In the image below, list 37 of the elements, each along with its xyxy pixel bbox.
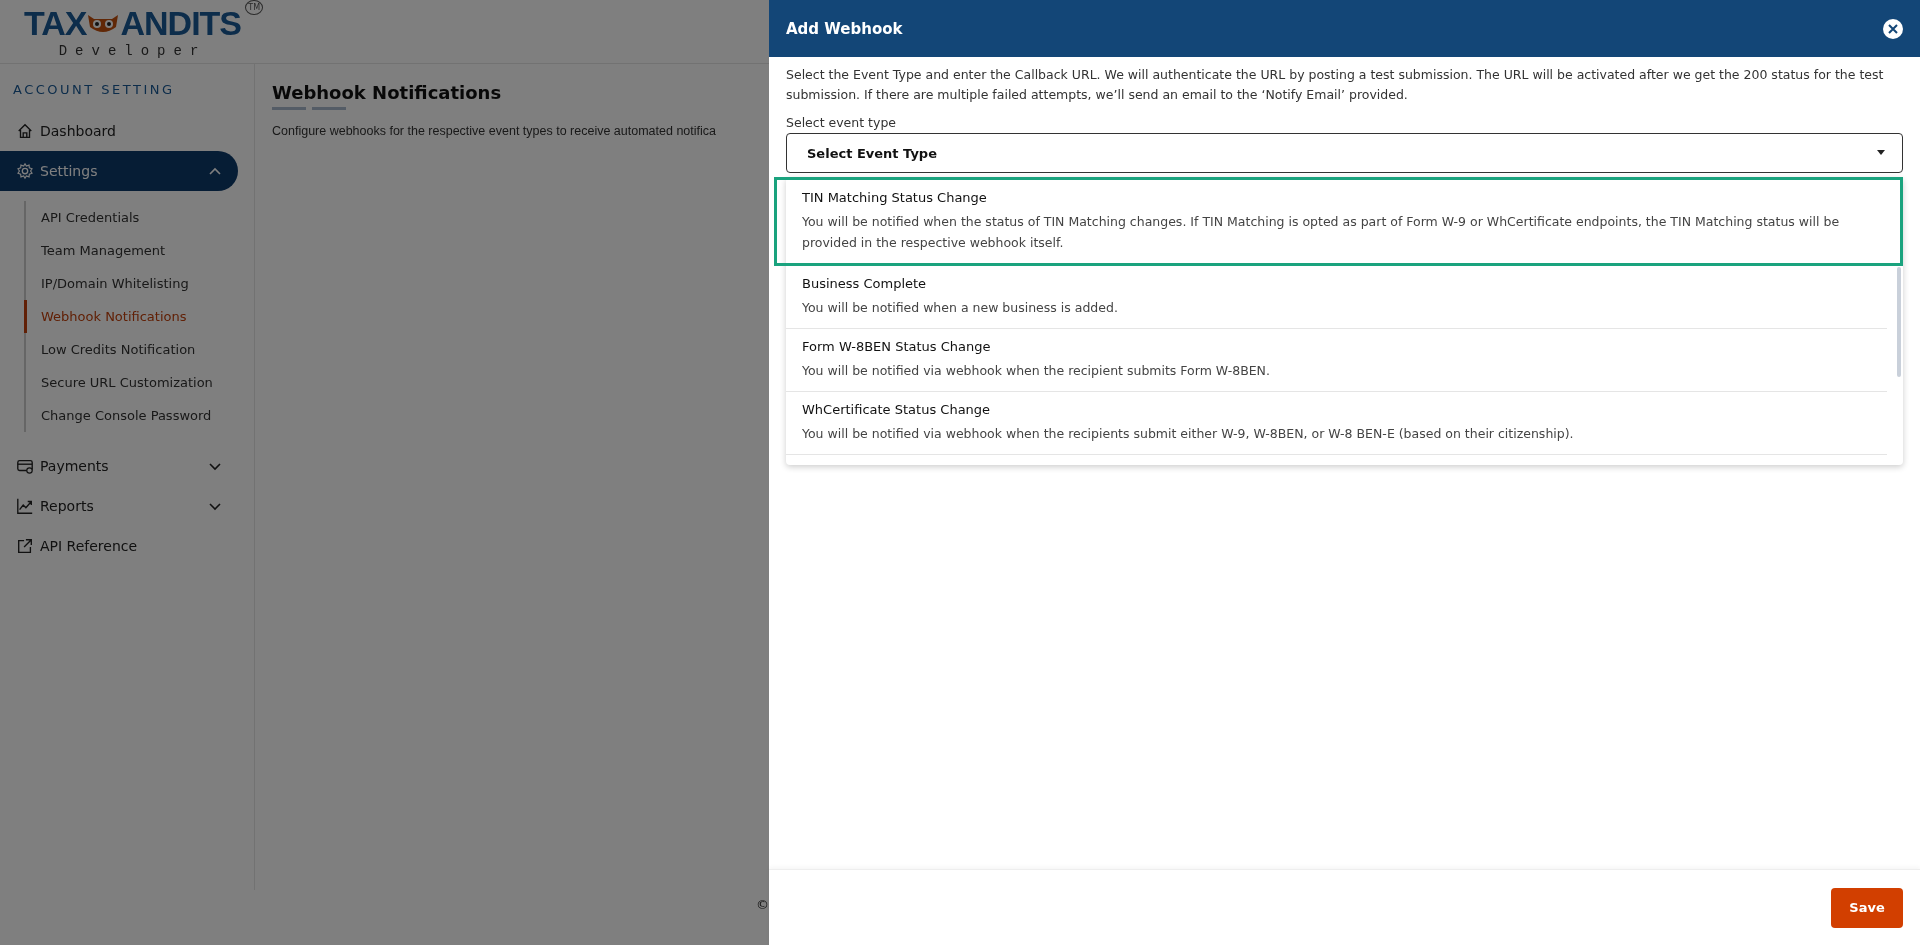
copyright-text: © <box>756 897 769 912</box>
field-label: Select event type <box>786 115 898 130</box>
dropdown-option[interactable]: Business Complete You will be notified when a new business is added. <box>786 266 1887 329</box>
home-icon <box>16 122 34 140</box>
card-icon <box>16 457 34 475</box>
submenu-item[interactable]: Change Console Password <box>24 399 254 432</box>
sidebar-item[interactable]: Settings <box>0 151 238 191</box>
external-icon <box>16 537 34 555</box>
sidebar-item[interactable]: Payments <box>0 446 238 486</box>
submenu-item[interactable]: Team Management <box>24 234 254 267</box>
page-title: Webhook Notifications <box>272 82 502 103</box>
sidebar-item[interactable]: Dashboard <box>0 111 238 151</box>
submenu-item[interactable]: Webhook Notifications <box>24 300 254 333</box>
panel-title: Add Webhook <box>786 19 903 38</box>
section-heading: ACCOUNT SETTING <box>12 82 176 97</box>
logo-subtitle: Developer <box>58 43 207 59</box>
submenu-item[interactable]: IP/Domain Whitelisting <box>24 267 254 300</box>
dropdown-option[interactable]: WhCertificate Status Change You will be notified via webhook when the recipients submit either W-9, W-8BEN, or W-8 BEN-E (based on their citizenship). <box>786 392 1887 455</box>
caret-icon <box>1876 150 1886 156</box>
logo-text: ANDITS <box>120 4 242 43</box>
chart-icon <box>16 497 34 515</box>
submenu-item[interactable]: Secure URL Customization <box>24 366 254 399</box>
intro-text: Select the Event Type and enter the Callback URL. We will authenticate the URL by posting a test submission. The URL will be activated after we get the 200 status for the test submission. If there are multiple failed attempts, we’ll send an email to the ‘Notify Email’ provided. <box>786 66 1885 104</box>
owl-icon <box>86 12 121 35</box>
sidebar-item[interactable]: API Reference <box>0 526 238 566</box>
gear-icon <box>16 162 34 180</box>
sidebar-item[interactable]: Reports <box>0 486 238 526</box>
page-description: Configure webhooks for the respective event types to receive automated notifica <box>272 124 716 138</box>
dropdown-option[interactable]: TIN Matching Status Change You will be notified when the status of TIN Matching changes. If TIN Matching is opted as part of Form W-9 or WhCertificate endpoints, the TIN Matching status will be provided in the respective webhook itself. <box>774 177 1903 266</box>
submenu-item[interactable]: Low Credits Notification <box>24 333 254 366</box>
dropdown-option[interactable]: Form W-8BEN Status Change You will be notified via webhook when the recipient submits Form W-8BEN. <box>786 329 1887 392</box>
close-button[interactable] <box>1883 18 1903 39</box>
event-type-dropdown[interactable]: Select Event Type <box>786 133 1903 173</box>
logo-text: TAX <box>24 4 87 43</box>
submenu-item[interactable]: API Credentials <box>24 201 254 234</box>
close-icon <box>1888 23 1898 34</box>
save-button[interactable]: Save <box>1831 887 1903 928</box>
